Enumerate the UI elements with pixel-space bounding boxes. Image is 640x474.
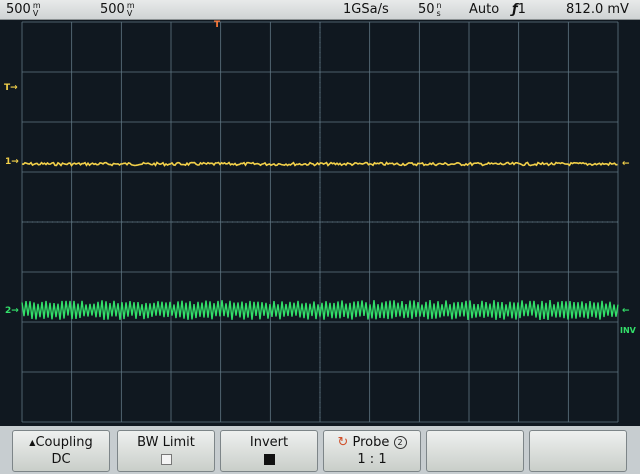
coupling-softkey[interactable]: ▲Coupling DC: [12, 430, 110, 472]
ch2-arrow-icon: ←: [622, 306, 630, 316]
trigger-position-marker: T: [214, 20, 221, 30]
bw-limit-checkbox[interactable]: [160, 454, 172, 465]
status-bar: 500 m V 500 m V 1GSa/s 50 n s Auto ƒ1 812.0 mV: [0, 0, 640, 20]
softkey-menu: ▲Coupling DC BW Limit Invert ↻ Probe 2 1…: [0, 426, 640, 474]
waveform-svg: [21, 21, 619, 423]
softkey-5[interactable]: [426, 430, 524, 472]
timebase: 50 n s: [418, 1, 442, 18]
sample-rate: 1GSa/s: [343, 2, 389, 17]
invert-softkey[interactable]: Invert: [220, 430, 318, 472]
probe-softkey[interactable]: ↻ Probe 2 1 : 1: [323, 430, 421, 472]
ch1-ground-marker: 1→: [5, 157, 19, 167]
rotate-knob-icon: ↻: [337, 435, 349, 450]
trigger-mode: Auto: [469, 2, 500, 17]
trigger-level: 812.0 mV: [566, 2, 629, 17]
invert-checkbox[interactable]: [263, 454, 275, 465]
ch1-scale: 500 m V: [6, 1, 41, 18]
softkey-6[interactable]: [529, 430, 627, 472]
graticule: [21, 21, 619, 423]
probe-circle-icon: 2: [393, 436, 407, 449]
ch2-invert-indicator: INV: [620, 326, 636, 335]
ch2-scale: 500 m V: [100, 1, 135, 18]
ch1-arrow-icon: ←: [622, 159, 630, 169]
ch2-ground-marker: 2→: [5, 306, 19, 316]
trigger-source: ƒ1: [512, 2, 526, 17]
waveform-display[interactable]: T T→ 1→ 2→ ← ← INV: [0, 20, 640, 426]
bw-limit-softkey[interactable]: BW Limit: [117, 430, 215, 472]
trigger-level-marker: T→: [4, 83, 18, 93]
